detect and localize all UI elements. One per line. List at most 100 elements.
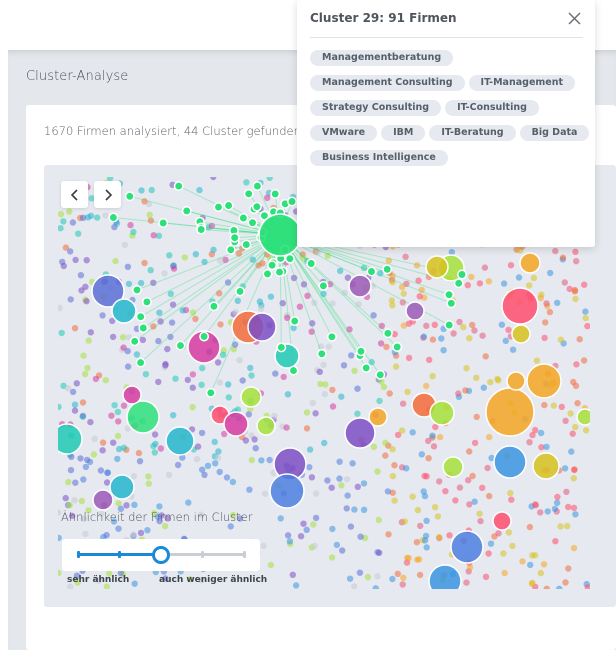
company-dot[interactable] — [509, 542, 516, 550]
company-dot[interactable] — [400, 574, 407, 581]
company-dot[interactable] — [58, 304, 63, 312]
company-dot[interactable] — [486, 433, 493, 441]
cluster-member-node[interactable] — [225, 244, 236, 255]
company-dot[interactable] — [145, 480, 152, 487]
company-dot[interactable] — [135, 449, 143, 457]
company-dot[interactable] — [505, 529, 512, 536]
cluster-member-node[interactable] — [205, 387, 216, 398]
company-dot[interactable] — [144, 527, 151, 534]
company-dot[interactable] — [372, 585, 379, 589]
keyword-tag[interactable]: IT-Management — [468, 75, 576, 91]
company-dot[interactable] — [123, 502, 130, 509]
company-dot[interactable] — [582, 314, 589, 322]
company-dot[interactable] — [400, 322, 407, 329]
company-dot[interactable] — [537, 429, 545, 437]
company-dot[interactable] — [384, 488, 392, 495]
company-dot[interactable] — [102, 377, 109, 384]
company-dot[interactable] — [67, 466, 75, 474]
company-dot[interactable] — [131, 580, 138, 587]
selected-cluster-hub[interactable] — [258, 213, 302, 257]
company-dot[interactable] — [532, 426, 539, 434]
cluster-bubble[interactable] — [506, 371, 526, 391]
cluster-bubble[interactable] — [526, 363, 562, 399]
company-dot[interactable] — [556, 585, 563, 589]
company-dot[interactable] — [343, 505, 350, 512]
company-dot[interactable] — [570, 475, 577, 482]
company-dot[interactable] — [507, 262, 515, 269]
cluster-bubble[interactable] — [428, 564, 462, 589]
keyword-tag[interactable]: VMware — [310, 125, 378, 141]
company-dot[interactable] — [71, 401, 79, 408]
company-dot[interactable] — [58, 329, 65, 337]
cluster-member-node[interactable] — [288, 365, 299, 376]
company-dot[interactable] — [479, 484, 486, 491]
company-dot[interactable] — [84, 364, 91, 372]
company-dot[interactable] — [559, 254, 567, 261]
company-dot[interactable] — [572, 248, 579, 255]
company-dot[interactable] — [446, 532, 453, 539]
company-dot[interactable] — [543, 585, 550, 589]
company-dot[interactable] — [494, 375, 501, 383]
company-dot[interactable] — [509, 346, 517, 353]
company-dot[interactable] — [71, 497, 78, 504]
company-dot[interactable] — [336, 475, 343, 482]
cluster-member-node[interactable] — [316, 348, 327, 359]
company-dot[interactable] — [542, 319, 549, 326]
cluster-bubble[interactable] — [425, 255, 449, 279]
company-dot[interactable] — [248, 372, 255, 379]
company-dot[interactable] — [321, 390, 328, 398]
company-dot[interactable] — [216, 468, 223, 476]
company-dot[interactable] — [87, 329, 94, 336]
company-dot[interactable] — [227, 523, 234, 530]
company-dot[interactable] — [573, 361, 580, 368]
company-dot[interactable] — [280, 373, 287, 381]
company-dot[interactable] — [508, 496, 515, 503]
cluster-member-node[interactable] — [213, 202, 224, 213]
cluster-member-node[interactable] — [223, 200, 234, 211]
cluster-member-node[interactable] — [129, 336, 140, 347]
company-dot[interactable] — [383, 343, 390, 351]
keyword-tag[interactable]: Strategy Consulting — [310, 100, 442, 116]
cluster-member-node[interactable] — [135, 311, 146, 322]
company-dot[interactable] — [64, 385, 72, 392]
company-dot[interactable] — [533, 357, 541, 364]
company-dot[interactable] — [264, 194, 271, 201]
company-dot[interactable] — [329, 386, 336, 394]
company-dot[interactable] — [316, 368, 323, 375]
company-dot[interactable] — [214, 454, 222, 461]
company-dot[interactable] — [189, 371, 197, 378]
company-dot[interactable] — [584, 322, 590, 330]
company-dot[interactable] — [155, 337, 162, 345]
company-dot[interactable] — [364, 573, 372, 581]
company-dot[interactable] — [526, 282, 533, 289]
slider-tick[interactable] — [201, 551, 204, 558]
cluster-bubble[interactable] — [493, 445, 527, 479]
company-dot[interactable] — [324, 477, 331, 484]
company-dot[interactable] — [561, 465, 569, 472]
cluster-bubble[interactable] — [492, 511, 512, 531]
company-dot[interactable] — [376, 397, 383, 405]
company-dot[interactable] — [124, 347, 131, 355]
company-dot[interactable] — [225, 381, 232, 388]
company-dot[interactable] — [199, 466, 206, 473]
company-dot[interactable] — [168, 319, 176, 326]
company-dot[interactable] — [312, 514, 320, 522]
company-dot[interactable] — [343, 476, 351, 483]
company-dot[interactable] — [455, 390, 462, 397]
company-dot[interactable] — [193, 456, 201, 463]
company-dot[interactable] — [196, 186, 203, 194]
company-dot[interactable] — [90, 451, 98, 458]
company-dot[interactable] — [99, 447, 106, 454]
company-dot[interactable] — [572, 295, 579, 303]
company-dot[interactable] — [421, 492, 429, 500]
company-dot[interactable] — [67, 296, 74, 303]
company-dot[interactable] — [114, 455, 121, 463]
company-dot[interactable] — [562, 417, 569, 424]
company-dot[interactable] — [151, 431, 159, 438]
company-dot[interactable] — [77, 455, 84, 462]
company-dot[interactable] — [477, 517, 484, 525]
company-dot[interactable] — [271, 412, 278, 420]
company-dot[interactable] — [284, 314, 291, 321]
company-dot[interactable] — [267, 561, 275, 569]
keyword-tag[interactable]: IBM — [381, 125, 426, 141]
